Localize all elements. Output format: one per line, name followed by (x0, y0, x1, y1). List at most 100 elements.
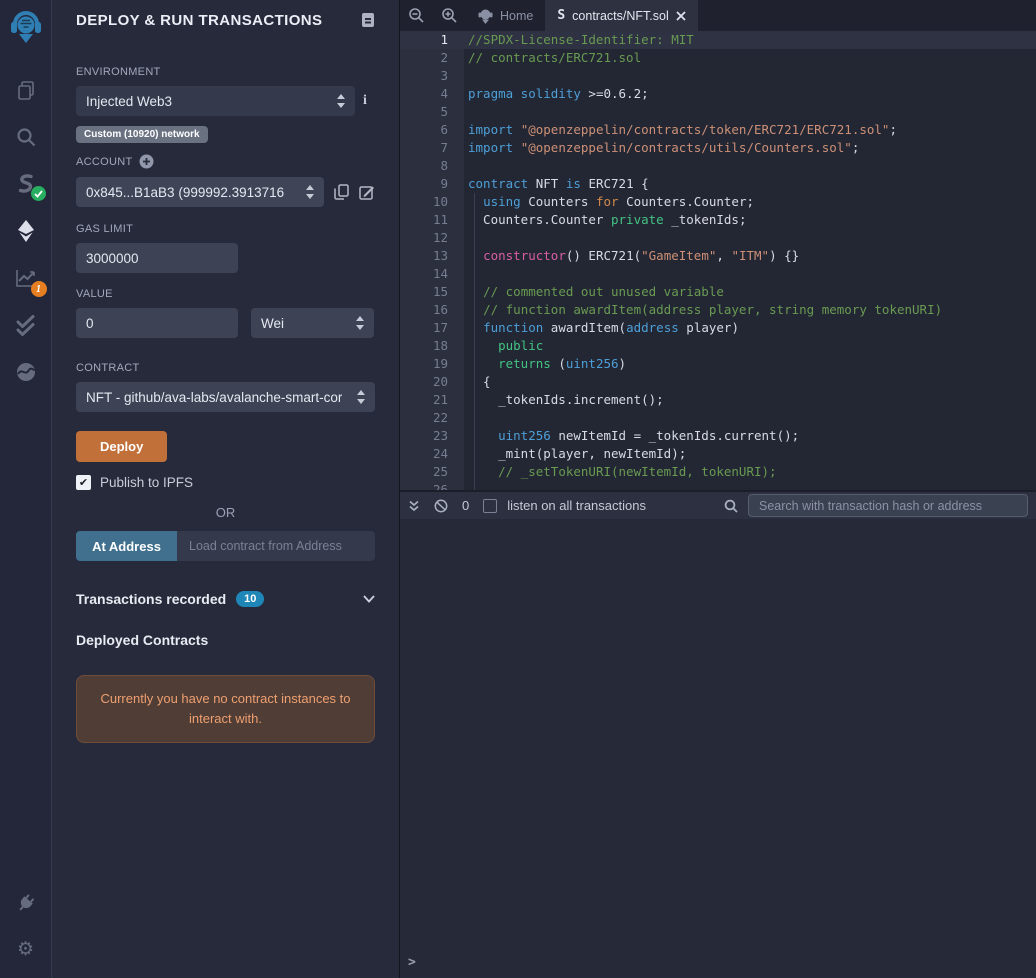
line-number: 2 (400, 49, 448, 67)
documentation-icon[interactable] (361, 12, 375, 28)
code-line-10[interactable]: 10 using Counters for Counters.Counter; (400, 193, 1036, 211)
terminal-search-input[interactable] (748, 494, 1028, 517)
line-text: returns (uint256) (448, 355, 626, 373)
line-text (448, 481, 468, 490)
account-select[interactable]: 0x845...B1aB3 (999992.3913716 (76, 177, 324, 207)
rail-icon-stack: 1 (13, 77, 39, 385)
close-tab-icon[interactable] (676, 11, 686, 21)
at-address-input[interactable] (177, 531, 375, 561)
line-number: 4 (400, 85, 448, 103)
code-line-19[interactable]: 19 returns (uint256) (400, 355, 1036, 373)
settings-gear-icon[interactable]: ⚙ (13, 936, 39, 962)
expand-terminal-icon[interactable] (408, 500, 420, 512)
plugin-manager-icon[interactable] (13, 890, 39, 916)
or-divider: OR (76, 505, 375, 520)
code-line-12[interactable]: 12 (400, 229, 1036, 247)
line-text (448, 157, 468, 175)
terminal-output[interactable]: > (400, 519, 1036, 978)
line-number: 26 (400, 481, 448, 490)
line-number: 23 (400, 427, 448, 445)
deploy-button[interactable]: Deploy (76, 431, 167, 462)
line-number: 15 (400, 283, 448, 301)
contract-select[interactable]: NFT - github/ava-labs/avalanche-smart-co… (76, 382, 375, 412)
line-text: // _setTokenURI(newItemId, tokenURI); (448, 463, 777, 481)
code-line-25[interactable]: 25 // _setTokenURI(newItemId, tokenURI); (400, 463, 1036, 481)
code-line-11[interactable]: 11 Counters.Counter private _tokenIds; (400, 211, 1036, 229)
value-unit-select[interactable]: Wei (251, 308, 374, 338)
copy-account-icon[interactable] (334, 184, 349, 200)
solidity-compiler-icon[interactable] (13, 171, 39, 197)
tab-home[interactable]: Home (466, 0, 545, 31)
line-text: // function awardItem(address player, st… (448, 301, 942, 319)
solidity-unit-testing-icon[interactable] (13, 312, 39, 338)
code-line-22[interactable]: 22 (400, 409, 1036, 427)
statistics-icon[interactable]: 1 (13, 265, 39, 291)
publish-ipfs-checkbox[interactable] (76, 475, 91, 490)
transactions-recorded-label: Transactions recorded (76, 591, 226, 607)
code-line-14[interactable]: 14 (400, 265, 1036, 283)
line-text (448, 229, 468, 247)
gas-limit-input[interactable] (76, 243, 238, 273)
zoom-out-icon[interactable] (400, 0, 433, 31)
line-number: 12 (400, 229, 448, 247)
tab-contracts-nft-sol[interactable]: S contracts/NFT.sol (545, 0, 697, 31)
code-line-9[interactable]: 9contract NFT is ERC721 { (400, 175, 1036, 193)
line-number: 1 (400, 31, 448, 49)
add-account-icon[interactable] (139, 154, 154, 169)
sign-message-icon[interactable] (359, 184, 375, 200)
code-line-24[interactable]: 24 _mint(player, newItemId); (400, 445, 1036, 463)
line-text (448, 103, 468, 121)
environment-info-icon[interactable]: i (355, 93, 375, 109)
deploy-and-run-icon[interactable] (13, 218, 39, 244)
panel-title: DEPLOY & RUN TRANSACTIONS (76, 12, 322, 29)
code-line-5[interactable]: 5 (400, 103, 1036, 121)
line-text: Counters.Counter private _tokenIds; (448, 211, 746, 229)
environment-select[interactable]: Injected Web3 (76, 86, 355, 116)
code-line-16[interactable]: 16 // function awardItem(address player,… (400, 301, 1036, 319)
code-line-3[interactable]: 3 (400, 67, 1036, 85)
line-number: 19 (400, 355, 448, 373)
at-address-button[interactable]: At Address (76, 531, 177, 561)
clear-console-icon[interactable] (434, 499, 448, 513)
line-number: 6 (400, 121, 448, 139)
debugger-icon[interactable] (13, 359, 39, 385)
solidity-file-icon: S (557, 8, 565, 23)
icon-rail: 1 (0, 0, 52, 978)
line-text: using Counters for Counters.Counter; (448, 193, 754, 211)
code-line-18[interactable]: 18 public (400, 337, 1036, 355)
code-line-13[interactable]: 13 constructor() ERC721("GameItem", "ITM… (400, 247, 1036, 265)
line-text: //SPDX-License-Identifier: MIT (448, 31, 694, 49)
code-line-6[interactable]: 6import "@openzeppelin/contracts/token/E… (400, 121, 1036, 139)
code-line-4[interactable]: 4pragma solidity >=0.6.2; (400, 85, 1036, 103)
listen-transactions-checkbox[interactable] (483, 499, 497, 513)
code-line-7[interactable]: 7import "@openzeppelin/contracts/utils/C… (400, 139, 1036, 157)
transactions-recorded-row[interactable]: Transactions recorded 10 (76, 591, 375, 607)
code-line-20[interactable]: 20 { (400, 373, 1036, 391)
line-text: public (448, 337, 543, 355)
code-lines: 1//SPDX-License-Identifier: MIT2// contr… (400, 31, 1036, 490)
code-line-8[interactable]: 8 (400, 157, 1036, 175)
line-text: import "@openzeppelin/contracts/token/ER… (448, 121, 897, 139)
code-line-17[interactable]: 17 function awardItem(address player) (400, 319, 1036, 337)
select-arrows-icon (357, 390, 365, 404)
code-line-1[interactable]: 1//SPDX-License-Identifier: MIT (400, 31, 1036, 49)
code-line-23[interactable]: 23 uint256 newItemId = _tokenIds.current… (400, 427, 1036, 445)
zoom-in-icon[interactable] (433, 0, 466, 31)
terminal-toolbar: 0 listen on all transactions (400, 490, 1036, 519)
line-text (448, 265, 468, 283)
line-number: 21 (400, 391, 448, 409)
line-number: 20 (400, 373, 448, 391)
line-number: 25 (400, 463, 448, 481)
value-input[interactable] (76, 308, 238, 338)
code-line-15[interactable]: 15 // commented out unused variable (400, 283, 1036, 301)
search-icon[interactable] (13, 124, 39, 150)
code-editor[interactable]: 1//SPDX-License-Identifier: MIT2// contr… (400, 31, 1036, 490)
code-line-2[interactable]: 2// contracts/ERC721.sol (400, 49, 1036, 67)
code-line-26[interactable]: 26 (400, 481, 1036, 490)
code-line-21[interactable]: 21 _tokenIds.increment(); (400, 391, 1036, 409)
publish-ipfs-label: Publish to IPFS (100, 475, 193, 490)
file-explorer-icon[interactable] (13, 77, 39, 103)
chevron-down-icon[interactable] (363, 595, 375, 603)
remix-logo-icon[interactable] (10, 10, 42, 51)
line-text: constructor() ERC721("GameItem", "ITM") … (448, 247, 799, 265)
